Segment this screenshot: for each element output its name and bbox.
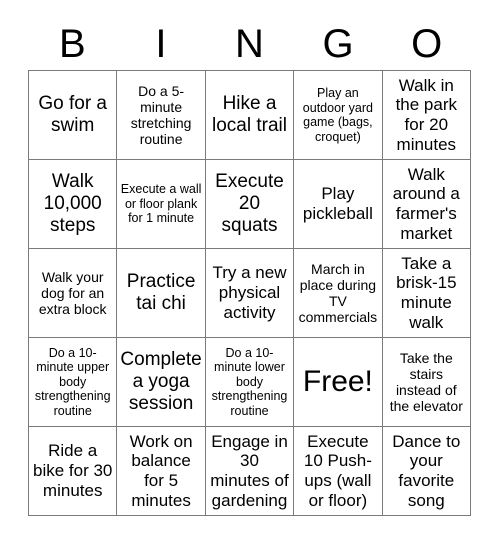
bingo-cell[interactable]: Hike a local trail — [205, 71, 295, 160]
bingo-cell[interactable]: Execute 20 squats — [205, 160, 295, 249]
bingo-cell[interactable]: Do a 10-minute lower body strengthening … — [205, 338, 295, 427]
bingo-cell[interactable]: Work on balance for 5 minutes — [117, 427, 206, 516]
bingo-cell[interactable]: Do a 5-minute stretching routine — [117, 71, 206, 160]
bingo-cell[interactable]: Go for a swim — [29, 71, 118, 160]
bingo-cell-label: Do a 5-minute stretching routine — [130, 82, 192, 148]
bingo-header-letter-g: G — [322, 22, 354, 66]
bingo-cell-label: Go for a swim — [38, 92, 108, 136]
bingo-cell[interactable]: Take the stairs instead of the elevator — [382, 338, 471, 427]
bingo-header-letter-n: N — [235, 22, 264, 66]
bingo-cell-label: Engage in 30 minutes of gardening — [210, 431, 289, 510]
bingo-cell-label: March in place during TV commercials — [298, 260, 378, 326]
bingo-cell-label: Take the stairs instead of the elevator — [389, 349, 463, 415]
bingo-cell[interactable]: Walk your dog for an extra block — [29, 249, 118, 338]
bingo-header-letter-b: B — [58, 22, 86, 66]
bingo-cell-label: Dance to your favorite song — [392, 431, 461, 510]
bingo-cell[interactable]: Try a new physical activity — [205, 249, 295, 338]
bingo-cell-label: Walk 10,000 steps — [43, 170, 102, 237]
bingo-cell-label: Execute 20 squats — [215, 170, 284, 237]
bingo-cell-label: Play pickleball — [302, 184, 373, 223]
bingo-cell-label: Walk your dog for an extra block — [38, 268, 107, 318]
bingo-cell-label: Walk in the park for 20 minutes — [395, 75, 458, 154]
bingo-cell[interactable]: Play pickleball — [294, 160, 383, 249]
bingo-header-letter-o: O — [411, 22, 443, 66]
bingo-card: B I N G O Go for a swim Do a 5-minute str… — [0, 0, 500, 544]
bingo-cell[interactable]: Execute a wall or floor plank for 1 minu… — [117, 160, 206, 249]
bingo-cell-label: Ride a bike for 30 minutes — [33, 441, 113, 500]
bingo-cell-free-space[interactable]: Free! — [294, 338, 383, 427]
bingo-cell[interactable]: Dance to your favorite song — [382, 427, 471, 516]
bingo-header-letter-i: I — [155, 22, 167, 66]
bingo-cell-label: Play an outdoor yard game (bags, croquet… — [302, 86, 373, 144]
bingo-cell[interactable]: Walk 10,000 steps — [29, 160, 118, 249]
bingo-cell-label: Execute a wall or floor plank for 1 minu… — [120, 182, 202, 226]
bingo-cell[interactable]: Practice tai chi — [117, 249, 206, 338]
bingo-cell-label: Work on balance for 5 minutes — [129, 431, 193, 510]
bingo-cell-label: Walk around a farmer's market — [392, 164, 460, 243]
bingo-cell[interactable]: Walk around a farmer's market — [382, 160, 471, 249]
bingo-cell[interactable]: Walk in the park for 20 minutes — [382, 71, 471, 160]
bingo-cell[interactable]: Ride a bike for 30 minutes — [29, 427, 118, 516]
bingo-cell[interactable]: Play an outdoor yard game (bags, croquet… — [294, 71, 383, 160]
bingo-grid: Go for a swim Do a 5-minute stretching ro… — [28, 70, 471, 516]
bingo-cell[interactable]: March in place during TV commercials — [294, 249, 383, 338]
bingo-cell[interactable]: Complete a yoga session — [117, 338, 206, 427]
bingo-cell[interactable]: Do a 10-minute upper body strengthening … — [29, 338, 118, 427]
bingo-cell-label: Complete a yoga session — [120, 348, 202, 415]
bingo-cell[interactable]: Take a brisk-15 minute walk — [382, 249, 471, 338]
bingo-cell-label: Practice tai chi — [126, 270, 196, 314]
bingo-cell-label: Try a new physical activity — [212, 263, 287, 322]
bingo-cell-label: Do a 10-minute lower body strengthening … — [211, 345, 288, 418]
bingo-header: B I N G O — [28, 18, 471, 70]
bingo-cell-label: Execute 10 Push-ups (wall or floor) — [303, 431, 372, 510]
bingo-cell[interactable]: Engage in 30 minutes of gardening — [205, 427, 295, 516]
bingo-cell-label: Free! — [302, 364, 373, 398]
bingo-cell-label: Take a brisk-15 minute walk — [396, 253, 457, 332]
bingo-cell-label: Hike a local trail — [212, 92, 287, 136]
bingo-cell[interactable]: Execute 10 Push-ups (wall or floor) — [294, 427, 383, 516]
bingo-cell-label: Do a 10-minute upper body strengthening … — [34, 345, 111, 418]
